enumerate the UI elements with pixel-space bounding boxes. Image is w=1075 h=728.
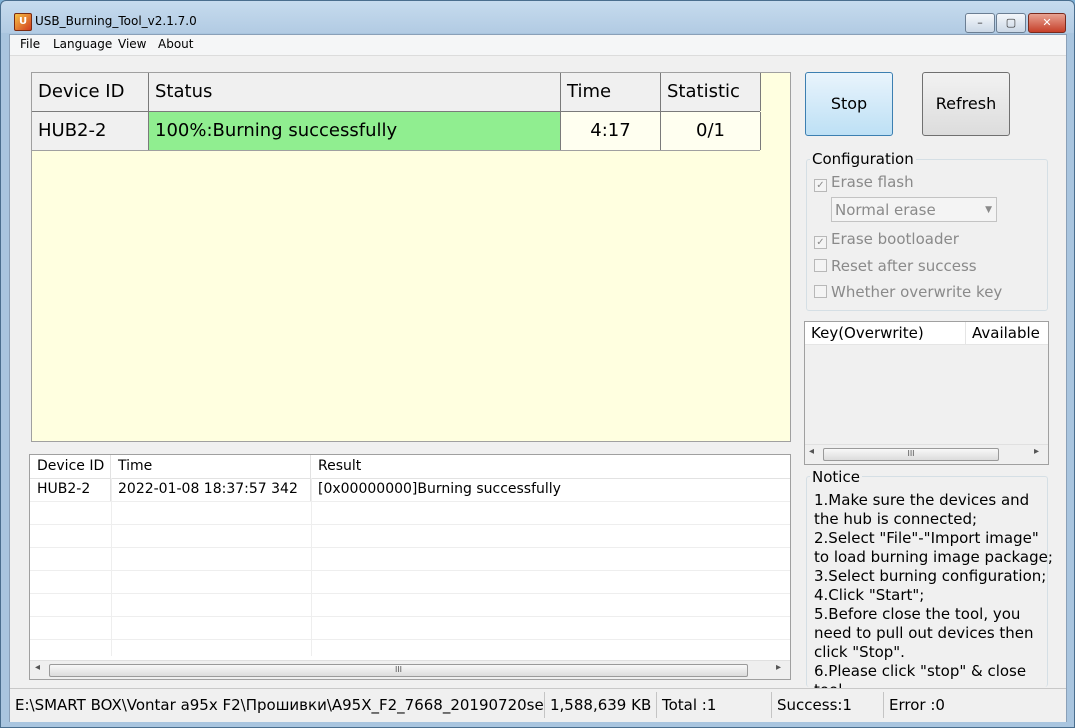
notice-text: 1.Make sure the devices and the hub is c… bbox=[814, 491, 1054, 700]
device-table: Device ID Status Time Statistic HUB2-2 1… bbox=[31, 72, 791, 442]
empty-row bbox=[30, 547, 790, 571]
log-horizontal-scrollbar[interactable]: ◂ III ▸ bbox=[30, 660, 790, 679]
notice-line: 2.Select "File"-"Import image" to load b… bbox=[814, 529, 1053, 566]
menu-bar: File Language View About bbox=[10, 35, 1066, 56]
reset-after-success-checkbox[interactable]: Reset after success bbox=[814, 257, 977, 275]
device-table-header: Device ID Status Time Statistic bbox=[32, 73, 761, 112]
log-time: 2022-01-08 18:37:57 342 bbox=[111, 478, 311, 501]
window-title: USB_Burning_Tool_v2.1.7.0 bbox=[35, 14, 197, 28]
notice-line: 1.Make sure the devices and the hub is c… bbox=[814, 491, 1034, 528]
log-table-header: Device ID Time Result bbox=[30, 455, 790, 479]
key-header[interactable]: Key(Overwrite) bbox=[805, 322, 966, 345]
header-status[interactable]: Status bbox=[149, 73, 561, 111]
log-table: Device ID Time Result HUB2-2 2022-01-08 … bbox=[29, 454, 791, 680]
key-horizontal-scrollbar[interactable]: ◂ III ▸ bbox=[805, 444, 1048, 463]
minimize-button[interactable]: – bbox=[965, 13, 995, 33]
scroll-thumb[interactable]: III bbox=[49, 664, 748, 677]
erase-flash-checkbox[interactable]: ✓ Erase flash bbox=[814, 173, 914, 192]
stop-button[interactable]: Stop bbox=[805, 72, 893, 136]
available-header[interactable]: Available bbox=[966, 322, 1048, 345]
app-window: U USB_Burning_Tool_v2.1.7.0 – ▢ ✕ File L… bbox=[0, 0, 1075, 728]
scroll-left-arrow-icon[interactable]: ◂ bbox=[35, 662, 40, 673]
scroll-right-arrow-icon[interactable]: ▸ bbox=[776, 662, 781, 673]
header-time[interactable]: Time bbox=[561, 73, 661, 111]
status-total: Total :1 bbox=[657, 692, 772, 718]
chevron-down-icon: ▼ bbox=[985, 205, 992, 215]
scroll-left-arrow-icon[interactable]: ◂ bbox=[809, 446, 814, 457]
menu-view[interactable]: View bbox=[118, 37, 146, 51]
device-statistic-cell: 0/1 bbox=[661, 112, 761, 150]
log-header-device-id[interactable]: Device ID bbox=[30, 455, 111, 478]
notice-line: 4.Click "Start"; bbox=[814, 586, 925, 604]
empty-row bbox=[30, 501, 790, 525]
title-bar[interactable]: U USB_Burning_Tool_v2.1.7.0 – ▢ ✕ bbox=[1, 1, 1074, 35]
status-error: Error :0 bbox=[889, 696, 945, 714]
checkbox-unchecked-icon bbox=[814, 285, 827, 298]
log-result: [0x00000000]Burning successfully bbox=[318, 481, 561, 497]
maximize-button[interactable]: ▢ bbox=[996, 13, 1026, 33]
header-statistic[interactable]: Statistic bbox=[661, 73, 761, 111]
scroll-right-arrow-icon[interactable]: ▸ bbox=[1034, 446, 1039, 457]
empty-row bbox=[30, 570, 790, 594]
status-image-size: 1,588,639 KB bbox=[545, 692, 657, 718]
header-device-id[interactable]: Device ID bbox=[32, 73, 149, 111]
empty-row bbox=[30, 616, 790, 640]
status-image-path: E:\SMART BOX\Vontar a95x F2\Прошивки\A95… bbox=[10, 692, 545, 718]
log-row[interactable]: HUB2-2 2022-01-08 18:37:57 342 [0x000000… bbox=[30, 478, 790, 502]
close-button[interactable]: ✕ bbox=[1028, 13, 1066, 33]
erase-bootloader-checkbox[interactable]: ✓ Erase bootloader bbox=[814, 230, 959, 249]
key-table: Key(Overwrite) Available ◂ III ▸ bbox=[804, 321, 1049, 465]
log-header-time[interactable]: Time bbox=[111, 455, 311, 478]
menu-language[interactable]: Language bbox=[53, 37, 112, 51]
app-logo-icon: U bbox=[14, 13, 32, 31]
notice-title: Notice bbox=[810, 468, 862, 486]
configuration-title: Configuration bbox=[810, 150, 916, 168]
refresh-button[interactable]: Refresh bbox=[922, 72, 1010, 136]
device-id-cell: HUB2-2 bbox=[32, 112, 149, 150]
menu-about[interactable]: About bbox=[158, 37, 193, 51]
checkbox-unchecked-icon bbox=[814, 259, 827, 272]
notice-line: 5.Before close the tool, you need to pul… bbox=[814, 605, 1039, 661]
column-divider bbox=[311, 478, 312, 656]
notice-line: 3.Select burning configuration; bbox=[814, 567, 1047, 585]
status-success: Success:1 bbox=[772, 692, 884, 718]
client-area: File Language View About Device ID Statu… bbox=[9, 34, 1067, 722]
erase-mode-select[interactable]: Normal erase ▼ bbox=[831, 197, 997, 222]
empty-row bbox=[30, 524, 790, 548]
checkbox-checked-icon: ✓ bbox=[814, 179, 827, 192]
device-status-cell: 100%:Burning successfully bbox=[149, 112, 561, 150]
status-bar: E:\SMART BOX\Vontar a95x F2\Прошивки\A95… bbox=[10, 688, 1066, 722]
overwrite-key-checkbox[interactable]: Whether overwrite key bbox=[814, 283, 1002, 301]
scroll-thumb[interactable]: III bbox=[823, 448, 999, 461]
column-divider bbox=[111, 478, 112, 656]
log-header-result[interactable]: Result bbox=[311, 455, 790, 478]
menu-file[interactable]: File bbox=[20, 37, 40, 51]
checkbox-checked-icon: ✓ bbox=[814, 236, 827, 249]
empty-row bbox=[30, 593, 790, 617]
log-device-id: HUB2-2 bbox=[30, 478, 111, 501]
device-row[interactable]: HUB2-2 100%:Burning successfully 4:17 0/… bbox=[32, 112, 761, 151]
device-time-cell: 4:17 bbox=[561, 112, 661, 150]
